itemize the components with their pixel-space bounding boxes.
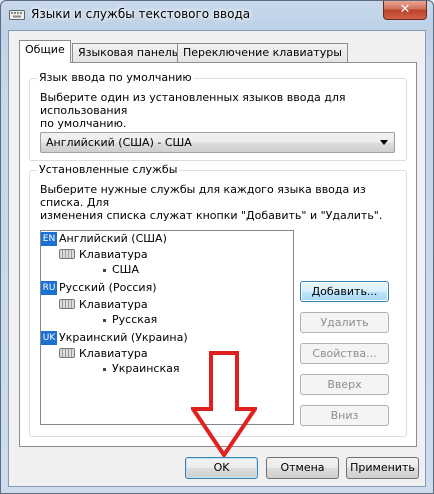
tree-item-language[interactable]: UK Украинский (Украина)	[41, 331, 188, 345]
default-language-description: Выберите один из установленных языков вв…	[40, 91, 406, 130]
layout-label: Русская	[112, 313, 158, 326]
cancel-button[interactable]: Отмена	[266, 457, 339, 479]
apply-button[interactable]: Применить	[346, 457, 419, 479]
tab-keyboard-switching[interactable]: Переключение клавиатуры	[177, 43, 348, 62]
tree-item-language[interactable]: RU Русский (Россия)	[41, 281, 157, 295]
installed-services-description: Выберите нужные службы для каждого языка…	[40, 183, 406, 222]
language-settings-icon	[9, 10, 25, 20]
layout-label: США	[112, 263, 139, 276]
language-name: Английский (США)	[59, 232, 167, 245]
default-language-group-title: Язык ввода по умолчанию	[37, 71, 194, 84]
add-button[interactable]: Добавить...	[300, 281, 389, 302]
category-label: Клавиатура	[79, 298, 148, 311]
bullet-icon	[103, 268, 106, 272]
tree-item-category[interactable]: Клавиатура	[59, 248, 148, 262]
tree-item-layout[interactable]: США	[103, 263, 139, 277]
language-badge: UK	[41, 331, 57, 345]
installed-services-description-line2: изменения списка служат кнопки "Добавить…	[40, 209, 383, 222]
down-arrow-icon	[191, 351, 257, 457]
title-bar[interactable]: Языки и службы текстового ввода ✕	[1, 1, 433, 29]
language-badge: RU	[41, 281, 57, 295]
tree-item-layout[interactable]: Русская	[103, 313, 157, 327]
language-badge: EN	[41, 232, 57, 246]
move-down-button[interactable]: Вниз	[300, 405, 389, 426]
installed-services-group-title: Установленные службы	[37, 163, 180, 176]
installed-services-description-line1: Выберите нужные службы для каждого языка…	[40, 183, 366, 209]
window-title: Языки и службы текстового ввода	[31, 7, 251, 21]
keyboard-icon	[59, 348, 75, 358]
language-name: Украинский (Украина)	[59, 331, 188, 344]
tree-item-language[interactable]: EN Английский (США)	[41, 232, 167, 246]
dialog-window: Языки и службы текстового ввода ✕ Общие …	[0, 0, 434, 494]
move-up-button[interactable]: Вверх	[300, 374, 389, 395]
tab-language-bar[interactable]: Языковая панель	[72, 43, 185, 62]
tree-item-layout[interactable]: Украинская	[103, 362, 179, 376]
tree-item-category[interactable]: Клавиатура	[59, 298, 148, 312]
bullet-icon	[103, 367, 106, 371]
remove-button[interactable]: Удалить	[300, 312, 389, 333]
default-language-group: Язык ввода по умолчанию Выберите один из…	[29, 71, 407, 161]
tab-general[interactable]: Общие	[19, 40, 71, 63]
category-label: Клавиатура	[79, 347, 148, 360]
close-button[interactable]: ✕	[383, 1, 427, 20]
tree-item-category[interactable]: Клавиатура	[59, 347, 148, 361]
category-label: Клавиатура	[79, 248, 148, 261]
keyboard-icon	[59, 249, 75, 259]
default-language-selected-value: Английский (США) - США	[46, 136, 192, 149]
properties-button[interactable]: Свойства...	[300, 343, 389, 364]
default-language-description-line1: Выберите один из установленных языков вв…	[40, 91, 346, 117]
default-language-select[interactable]: Английский (США) - США	[40, 132, 395, 153]
chevron-down-icon	[380, 140, 388, 145]
layout-label: Украинская	[112, 362, 180, 375]
bullet-icon	[103, 318, 106, 322]
keyboard-icon	[59, 299, 75, 309]
ok-button[interactable]: OK	[185, 457, 258, 479]
language-name: Русский (Россия)	[59, 281, 157, 294]
default-language-description-line2: по умолчанию.	[40, 117, 127, 130]
